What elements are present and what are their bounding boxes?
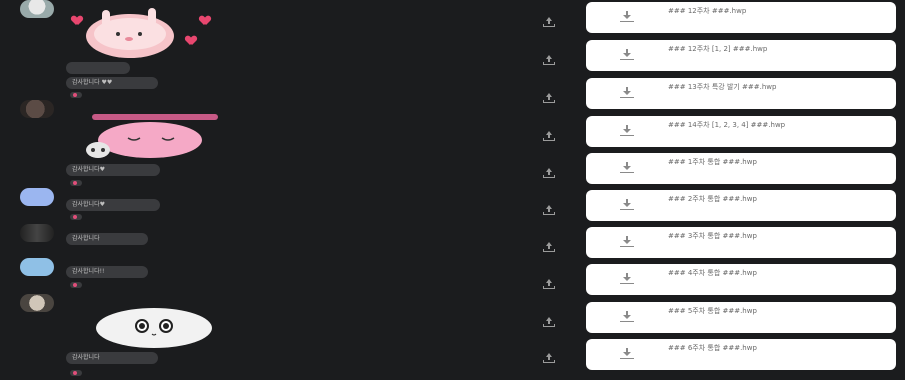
file-name: ### 2주차 통합 ###.hwp	[668, 195, 757, 203]
sticker-white-cat	[96, 304, 214, 348]
file-card[interactable]: ### 1주차 통합 ###.hwp	[586, 153, 896, 184]
avatar[interactable]	[20, 100, 54, 118]
reaction-badge[interactable]	[70, 214, 82, 220]
avatar[interactable]	[20, 0, 54, 18]
message-bubble[interactable]: 감사합니다♥	[66, 164, 160, 176]
share-icon[interactable]	[542, 316, 556, 328]
download-icon[interactable]	[620, 87, 634, 99]
download-icon[interactable]	[620, 125, 634, 137]
share-icon[interactable]	[542, 241, 556, 253]
file-card[interactable]: ### 5주차 통합 ###.hwp	[586, 302, 896, 333]
chat-window: 감사합니다 ♥♥ 감사합니다♥ 감사합니다♥ 감사합니다 감사합니다!! 감사합…	[0, 0, 905, 380]
heart-icon	[200, 16, 210, 25]
file-card[interactable]: ### 2주차 통합 ###.hwp	[586, 190, 896, 221]
share-icon[interactable]	[542, 167, 556, 179]
download-icon[interactable]	[620, 348, 634, 360]
sticker-pink-bunny-crying	[82, 110, 222, 160]
file-name: ### 14주차 [1, 2, 3, 4] ###.hwp	[668, 121, 786, 129]
reaction-badge[interactable]	[70, 370, 82, 376]
file-card[interactable]: ### 12주차 ###.hwp	[586, 2, 896, 33]
download-icon[interactable]	[620, 273, 634, 285]
message-text: 감사합니다	[72, 235, 100, 242]
download-icon[interactable]	[620, 311, 634, 323]
message-text: 감사합니다♥	[72, 201, 105, 208]
share-icon[interactable]	[542, 278, 556, 290]
file-name: ### 3주차 통합 ###.hwp	[668, 232, 757, 240]
file-card[interactable]: ### 6주차 통합 ###.hwp	[586, 339, 896, 370]
share-icon[interactable]	[542, 352, 556, 364]
message-bubble[interactable]: 감사합니다♥	[66, 199, 160, 211]
download-icon[interactable]	[620, 162, 634, 174]
message-text: 감사합니다♥	[72, 166, 105, 173]
avatar[interactable]	[20, 224, 54, 242]
reaction-badge[interactable]	[70, 180, 82, 186]
message-bubble[interactable]: 감사합니다	[66, 233, 148, 245]
heart-icon	[72, 16, 82, 25]
file-card[interactable]: ### 12주차 [1, 2] ###.hwp	[586, 40, 896, 71]
share-icon[interactable]	[542, 16, 556, 28]
share-icon[interactable]	[542, 204, 556, 216]
file-card[interactable]: ### 13주차 특강 발기 ###.hwp	[586, 78, 896, 109]
reaction-badge[interactable]	[70, 92, 82, 98]
share-icon[interactable]	[542, 54, 556, 66]
file-name: ### 12주차 [1, 2] ###.hwp	[668, 45, 768, 53]
file-name: ### 1주차 통합 ###.hwp	[668, 158, 757, 166]
message-text: 감사합니다!!	[72, 268, 105, 275]
sticker-pink-bunny	[78, 6, 198, 62]
avatar[interactable]	[20, 188, 54, 206]
download-icon[interactable]	[620, 49, 634, 61]
file-name: ### 4주차 통합 ###.hwp	[668, 269, 757, 277]
file-card[interactable]: ### 14주차 [1, 2, 3, 4] ###.hwp	[586, 116, 896, 147]
share-icon[interactable]	[542, 92, 556, 104]
file-card[interactable]: ### 4주차 통합 ###.hwp	[586, 264, 896, 295]
share-icon[interactable]	[542, 130, 556, 142]
file-name: ### 13주차 특강 발기 ###.hwp	[668, 83, 777, 91]
file-name: ### 12주차 ###.hwp	[668, 7, 747, 15]
message-bubble[interactable]: 감사합니다	[66, 352, 158, 364]
avatar[interactable]	[20, 294, 54, 312]
message-bubble[interactable]: 감사합니다 ♥♥	[66, 77, 158, 89]
file-name: ### 5주차 통합 ###.hwp	[668, 307, 757, 315]
avatar[interactable]	[20, 258, 54, 276]
file-card[interactable]: ### 3주차 통합 ###.hwp	[586, 227, 896, 258]
download-icon[interactable]	[620, 199, 634, 211]
reaction-badge[interactable]	[70, 282, 82, 288]
file-name: ### 6주차 통합 ###.hwp	[668, 344, 757, 352]
download-icon[interactable]	[620, 236, 634, 248]
heart-icon	[186, 36, 196, 45]
message-bubble[interactable]	[66, 62, 130, 74]
download-icon[interactable]	[620, 11, 634, 23]
message-text: 감사합니다 ♥♥	[72, 79, 113, 86]
message-text: 감사합니다	[72, 354, 100, 361]
message-bubble[interactable]: 감사합니다!!	[66, 266, 148, 278]
